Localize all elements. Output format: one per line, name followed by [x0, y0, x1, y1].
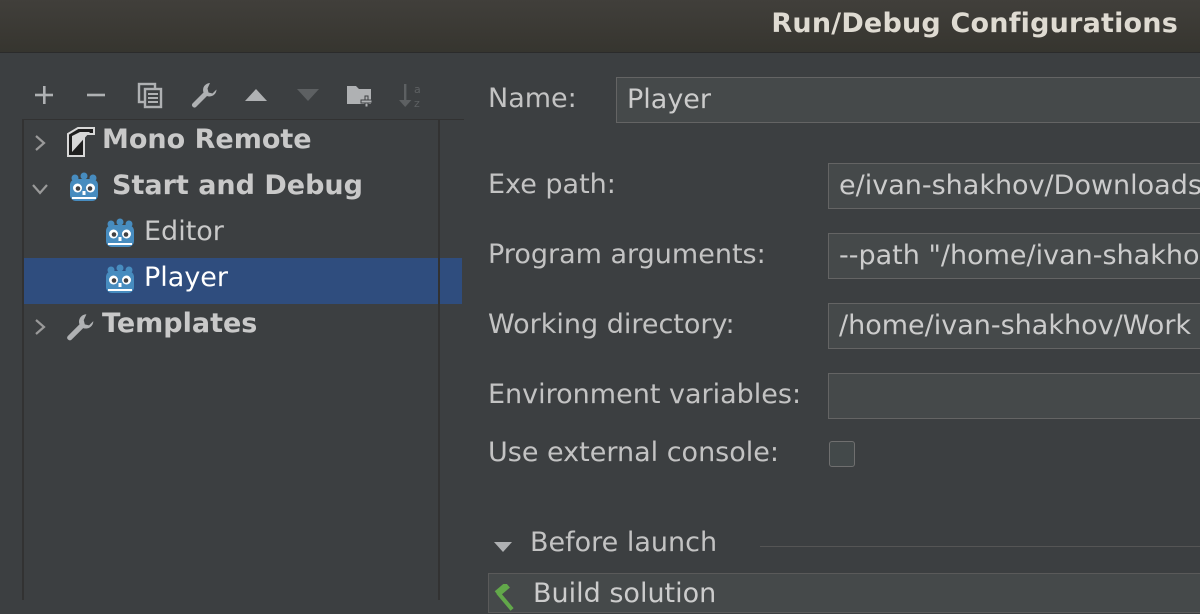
- program-arguments-field[interactable]: --path "/home/ivan-shakho: [828, 233, 1200, 279]
- name-label: Name:: [488, 83, 577, 114]
- tree-item-editor[interactable]: Editor: [24, 212, 462, 258]
- new-folder-button[interactable]: [340, 73, 380, 117]
- working-directory-field[interactable]: /home/ivan-shakhov/Work: [828, 303, 1200, 349]
- svg-text:z: z: [414, 97, 420, 110]
- external-console-checkbox[interactable]: [829, 441, 855, 467]
- sort-alpha-icon: a z: [399, 83, 421, 110]
- dialog-title: Run/Debug Configurations: [771, 8, 1178, 39]
- chevron-down-icon[interactable]: [30, 179, 50, 199]
- before-launch-title: Before launch: [530, 527, 718, 558]
- tree-item-label: Mono Remote: [102, 124, 312, 155]
- task-label: Build solution: [533, 578, 717, 609]
- configuration-details: Name: Player Exe path: e/ivan-shakhov/Do…: [466, 53, 1200, 613]
- remove-configuration-button[interactable]: [76, 73, 116, 117]
- chevron-right-icon[interactable]: [30, 133, 50, 153]
- copy-configuration-button[interactable]: [130, 73, 170, 117]
- tree-item-player[interactable]: Player: [24, 258, 462, 304]
- name-field[interactable]: Player: [616, 77, 1200, 123]
- wrench-icon: [192, 83, 217, 108]
- tree-item-label: Editor: [144, 216, 224, 247]
- configurations-toolbar: a z: [24, 73, 444, 117]
- copy-icon: [137, 82, 163, 109]
- new-folder-icon: [347, 86, 373, 108]
- tree-item-label: Player: [144, 262, 229, 293]
- tree-item-label: Templates: [102, 308, 258, 339]
- svg-text:a: a: [414, 83, 421, 96]
- working-directory-label: Working directory:: [488, 309, 735, 340]
- move-up-icon: [245, 89, 267, 101]
- remove-icon: [87, 93, 105, 97]
- configurations-panel: a z Mono Remote Start and Debug Editor P…: [0, 53, 464, 601]
- external-console-label: Use external console:: [488, 437, 779, 468]
- exe-path-label: Exe path:: [488, 169, 616, 200]
- sort-alphabetically-button[interactable]: a z: [392, 73, 432, 117]
- configurations-tree[interactable]: Mono Remote Start and Debug Editor Playe…: [24, 119, 464, 601]
- godot-icon: [66, 171, 100, 205]
- hammer-icon: [494, 584, 514, 611]
- task-build-solution[interactable]: Build solution: [489, 578, 889, 611]
- edit-templates-button[interactable]: [184, 73, 224, 117]
- wrench-icon: [64, 311, 98, 345]
- before-launch-section-header[interactable]: Before launch: [492, 527, 1200, 563]
- tree-item-mono-remote[interactable]: Mono Remote: [24, 120, 462, 166]
- dialog-title-bar: Run/Debug Configurations: [0, 0, 1200, 53]
- environment-variables-label: Environment variables:: [488, 379, 802, 410]
- tree-item-label: Start and Debug: [112, 170, 363, 201]
- tree-right-border: [438, 119, 440, 600]
- add-configuration-button[interactable]: [24, 73, 64, 117]
- section-divider: [760, 546, 1200, 547]
- chevron-right-icon[interactable]: [30, 317, 50, 337]
- before-launch-task-list[interactable]: Build solution: [488, 573, 1200, 613]
- add-icon: [35, 86, 53, 104]
- environment-variables-field[interactable]: [828, 373, 1200, 419]
- exe-path-field[interactable]: e/ivan-shakhov/Downloads: [828, 163, 1200, 209]
- tree-item-start-and-debug[interactable]: Start and Debug: [24, 166, 462, 212]
- godot-icon: [102, 263, 136, 297]
- program-arguments-label: Program arguments:: [488, 239, 766, 270]
- godot-icon: [102, 217, 136, 251]
- move-down-icon: [297, 89, 319, 101]
- tree-item-templates[interactable]: Templates: [24, 304, 462, 350]
- mono-remote-icon: [64, 126, 98, 160]
- move-up-button[interactable]: [236, 73, 276, 117]
- triangle-down-icon: [494, 542, 512, 552]
- move-down-button[interactable]: [288, 73, 328, 117]
